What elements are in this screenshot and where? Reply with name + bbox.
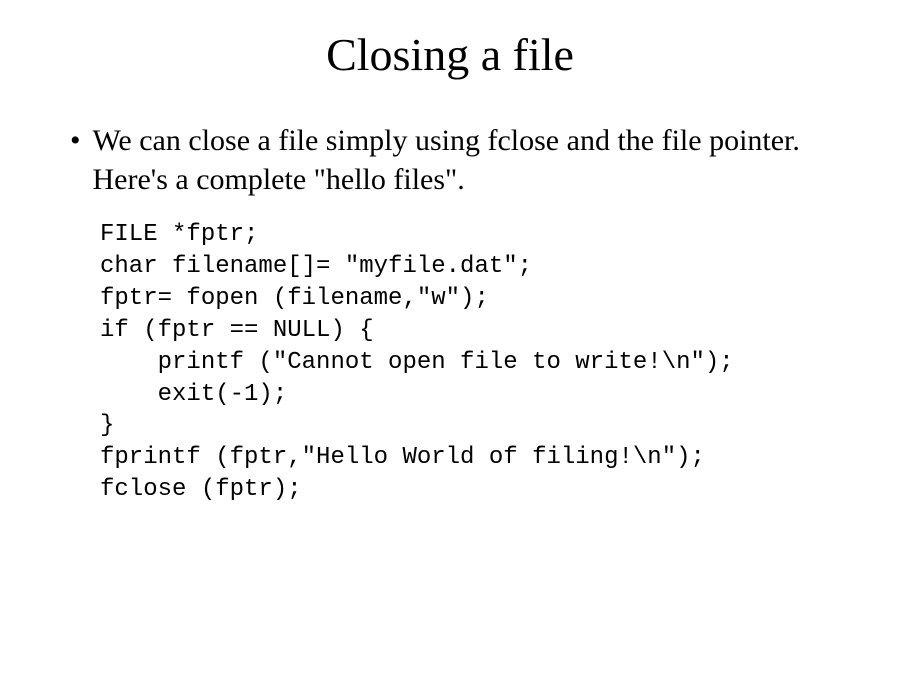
code-block: FILE *fptr; char filename[]= "myfile.dat… <box>100 219 850 506</box>
slide-title: Closing a file <box>50 28 850 81</box>
slide-content: • We can close a file simply using fclos… <box>50 121 850 506</box>
bullet-marker: • <box>70 121 81 160</box>
bullet-item: • We can close a file simply using fclos… <box>70 121 850 199</box>
bullet-text: We can close a file simply using fclose … <box>93 121 850 199</box>
